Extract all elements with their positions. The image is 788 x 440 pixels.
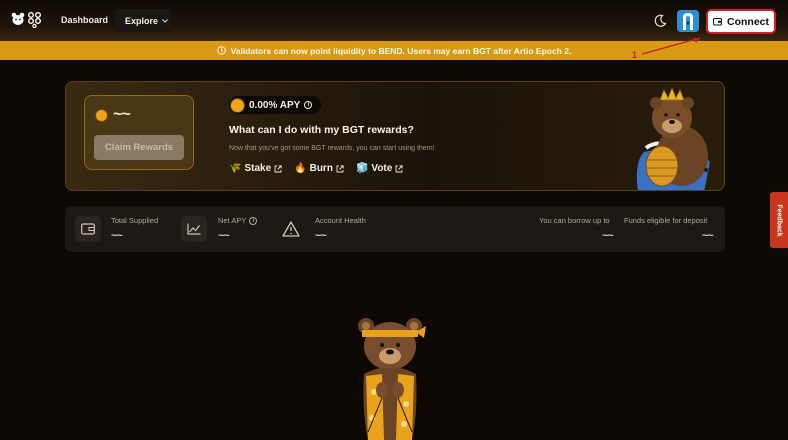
total-supplied-label: Total Supplied [111,216,159,225]
rewards-heading: What can I do with my BGT rewards? [229,124,414,136]
net-apy-value: ~~ [218,230,230,242]
stake-link[interactable]: 🌾 Stake [229,163,282,174]
info-icon[interactable]: i [249,216,258,225]
king-bear-illustration [636,86,712,190]
bgt-token-icon [95,109,108,122]
funds-eligible-value: ~~ [702,230,714,242]
annotation-number: 1 [632,50,638,60]
wallet-icon [81,223,95,235]
chain-logo-icon [28,12,41,28]
banner-text: Validators can now point liquidity to BE… [230,45,572,56]
moon-icon[interactable] [653,14,667,28]
rewards-actions: 🌾 Stake 🔥 Burn 🧊 Vote [229,163,403,174]
bear-mascot-illustration [358,318,426,440]
bear-logo-icon [11,12,25,25]
account-health-value: ~~ [315,230,327,242]
apy-value: 0.00% APY [249,99,301,111]
borrow-up-to-value: ~~ [602,230,614,242]
burn-label: Burn [309,163,333,174]
total-supplied-value: ~~ [111,230,123,242]
connect-button[interactable]: Connect [706,9,776,34]
burn-emoji: 🔥 [294,163,307,174]
nav-dashboard-link[interactable]: Dashboard [61,15,108,25]
bgt-rewards-card: ~~ Claim Rewards 0.00% APY i What can I … [65,81,725,191]
account-health-label: Account Health [315,216,366,225]
account-stats-bar: Total Supplied ~~ Net APY i ~~ Account H… [65,206,725,252]
feedback-tab[interactable]: Feedback [770,192,788,248]
borrow-up-to-label: You can borrow up to [539,216,610,225]
external-link-icon [395,164,403,172]
vote-emoji: 🧊 [355,163,369,174]
rewards-subtext: Now that you've got some BGT rewards, yo… [229,145,435,152]
total-supplied-icon-box [75,216,101,242]
feedback-label: Feedback [775,203,783,237]
burn-link[interactable]: 🔥 Burn [294,163,344,174]
chart-icon [187,223,201,235]
account-health-icon-box [278,216,304,242]
wallet-icon [713,18,722,26]
app-logo[interactable] [11,12,43,30]
external-link-icon [336,164,344,172]
warning-icon [282,221,300,237]
claim-value: ~~ [113,106,131,123]
net-apy-label-text: Net APY [218,216,247,225]
claim-rewards-box: ~~ Claim Rewards [84,95,194,170]
funds-eligible-label: Funds eligible for deposit [624,216,708,225]
chevron-down-icon [162,18,168,23]
bgt-coin-icon [230,97,245,113]
nav-explore-label: Explore [125,15,159,26]
apy-badge: 0.00% APY i [229,96,321,114]
clock-icon [216,46,226,55]
net-apy-label: Net APY i [218,216,258,225]
stake-label: Stake [244,163,272,174]
nav-explore-dropdown[interactable]: Explore [115,9,171,32]
external-link-icon [274,164,282,172]
stake-emoji: 🌾 [229,163,242,174]
vote-label: Vote [371,163,393,174]
wallet-avatar-button[interactable] [677,10,699,32]
info-icon[interactable]: i [304,101,313,109]
avatar-icon [677,10,699,32]
claim-rewards-button[interactable]: Claim Rewards [94,135,184,160]
vote-link[interactable]: 🧊 Vote [356,163,403,174]
net-apy-icon-box [181,216,207,242]
connect-label: Connect [727,15,769,28]
annotation-arrow [641,37,701,55]
